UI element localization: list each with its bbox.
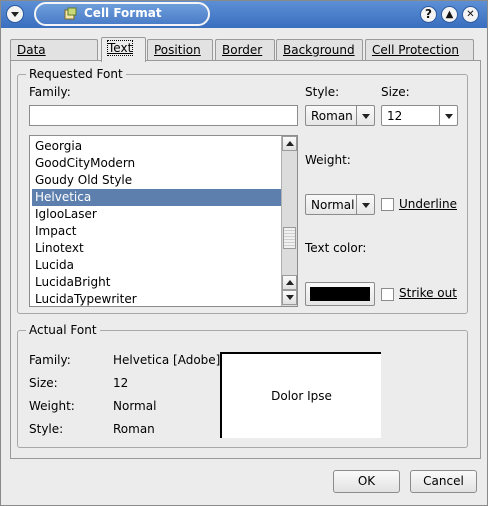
requested-font-legend: Requested Font — [26, 67, 126, 81]
chevron-down-icon[interactable] — [356, 106, 374, 125]
tab-text[interactable]: Text — [101, 37, 146, 62]
list-item-selected[interactable]: Helvetica — [32, 189, 281, 206]
font-preview: Dolor Ipse — [220, 352, 381, 438]
help-icon[interactable]: ? — [420, 6, 437, 23]
style-combo[interactable]: Roman — [305, 105, 375, 126]
list-item[interactable]: Georgia — [32, 138, 281, 155]
actual-size-value: 12 — [113, 376, 129, 390]
list-item[interactable]: Goudy Old Style — [32, 172, 281, 189]
text-color-button[interactable] — [305, 282, 375, 306]
list-item[interactable]: Linotext — [32, 240, 281, 257]
family-label: Family: — [29, 85, 71, 99]
weight-value: Normal — [311, 198, 355, 212]
font-family-list[interactable]: Georgia GoodCityModern Goudy Old Style H… — [29, 135, 298, 307]
actual-weight-value: Normal — [113, 399, 157, 413]
family-input[interactable] — [29, 105, 298, 126]
scroll-handle[interactable] — [283, 227, 296, 249]
title-pill: Cell Format — [34, 2, 210, 26]
list-item[interactable]: GoodCityModern — [32, 155, 281, 172]
style-label: Style: — [305, 85, 340, 99]
underline-label[interactable]: Underline — [399, 197, 457, 211]
weight-label: Weight: — [305, 153, 351, 167]
list-item[interactable]: LucidaBright — [32, 274, 281, 291]
weight-combo[interactable]: Normal — [305, 194, 375, 215]
actual-family-value: Helvetica [Adobe] — [113, 353, 221, 367]
list-item[interactable]: Lucida — [32, 257, 281, 274]
tab-bar: Data Format Text Position Border Backgro… — [10, 37, 480, 77]
chevron-down-icon[interactable] — [356, 195, 374, 214]
actual-size-label: Size: — [29, 376, 58, 390]
menu-icon[interactable] — [6, 5, 24, 23]
strikeout-label[interactable]: Strike out — [399, 286, 457, 300]
font-list-scrollbar[interactable] — [281, 136, 297, 306]
app-icon — [64, 7, 77, 20]
cell-format-dialog: Cell Format ? ▲ ✕ Data Format Text Posit… — [0, 0, 488, 506]
title-bar[interactable]: Cell Format ? ▲ ✕ — [1, 1, 487, 28]
tab-position[interactable]: Position — [147, 39, 213, 61]
scroll-down-icon[interactable] — [282, 290, 297, 305]
actual-font-legend: Actual Font — [26, 323, 100, 337]
tab-cell-protection[interactable]: Cell Protection — [365, 39, 474, 61]
chevron-down-icon[interactable] — [439, 106, 457, 125]
window-title: Cell Format — [84, 6, 162, 20]
actual-weight-label: Weight: — [29, 399, 75, 413]
scroll-up-icon[interactable] — [282, 136, 297, 151]
actual-family-label: Family: — [29, 353, 71, 367]
actual-style-label: Style: — [29, 422, 64, 436]
list-item[interactable]: LucidaTypewriter — [32, 291, 281, 306]
style-value: Roman — [311, 109, 353, 123]
actual-style-value: Roman — [113, 422, 155, 436]
color-swatch — [310, 287, 370, 301]
list-item[interactable]: IglooLaser — [32, 206, 281, 223]
cancel-button[interactable]: Cancel — [410, 470, 477, 493]
text-color-label: Text color: — [305, 241, 367, 255]
tab-border[interactable]: Border — [215, 39, 275, 61]
list-item[interactable]: Impact — [32, 223, 281, 240]
tab-background[interactable]: Background — [276, 39, 363, 61]
size-combo[interactable]: 12 — [381, 105, 458, 126]
scroll-up-icon[interactable] — [282, 275, 297, 290]
preview-text: Dolor Ipse — [271, 389, 332, 403]
ok-button[interactable]: OK — [333, 470, 400, 493]
underline-checkbox[interactable] — [381, 198, 394, 211]
size-value: 12 — [387, 109, 403, 123]
size-label: Size: — [381, 85, 410, 99]
strikeout-checkbox[interactable] — [381, 288, 394, 301]
shade-icon[interactable]: ▲ — [441, 6, 458, 23]
close-icon[interactable]: ✕ — [462, 6, 479, 23]
tab-data-format[interactable]: Data Format — [10, 39, 98, 77]
